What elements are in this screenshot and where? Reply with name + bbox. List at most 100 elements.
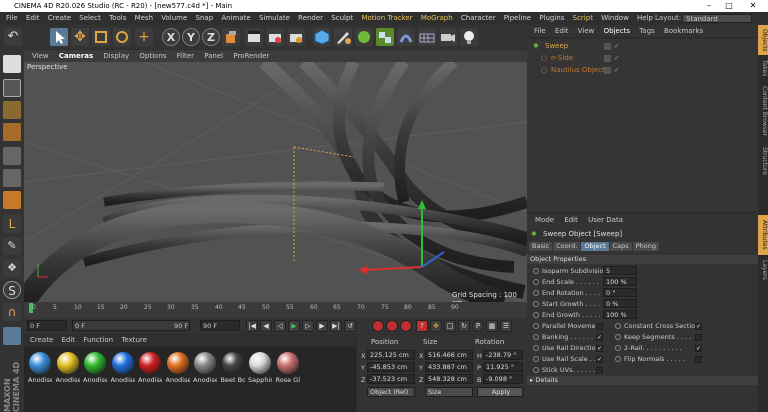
end-growth-field[interactable]: 100 % [603,310,637,319]
object-menu-tags[interactable]: Tags [639,27,655,35]
parallel-movement-checkbox[interactable] [596,323,603,330]
viewport-menu-options[interactable]: Options [139,52,166,60]
visibility-icon[interactable] [604,67,611,74]
layout-icon[interactable] [3,327,21,345]
menu-animate[interactable]: Animate [221,14,250,22]
tab-content-browser[interactable]: Content Browser [758,81,768,141]
prev-key-icon[interactable]: ◀ [260,320,272,332]
viewport-menu-cameras[interactable]: Cameras [59,52,93,60]
polygons-mode-icon[interactable] [3,191,21,209]
viewport-menu-prorender[interactable]: ProRender [233,52,269,60]
end-rotation-field[interactable]: 0 ° [603,288,637,297]
light-icon[interactable] [460,28,478,46]
rotation-b-field[interactable]: -9.098 ° [483,374,523,384]
menu-file[interactable]: File [6,14,18,22]
maximize-icon[interactable]: □ [720,0,738,12]
menu-mesh[interactable]: Mesh [135,14,153,22]
isoparm-field[interactable]: 5 [603,266,637,275]
cube-icon[interactable] [313,28,331,46]
material-item[interactable]: Anodise [138,352,162,384]
keep-segments-checkbox[interactable] [695,334,702,341]
animate-dot-icon[interactable] [533,301,539,307]
next-key-icon[interactable]: ▶ [316,320,328,332]
tweak-mode-icon[interactable]: ✎ [3,237,21,255]
model-mode-icon[interactable] [3,79,21,97]
render-settings-icon[interactable] [287,28,305,46]
rotate-icon[interactable] [113,28,131,46]
material-item[interactable]: Anodise [56,352,80,384]
menu-volume[interactable]: Volume [161,14,187,22]
undo-icon[interactable]: ↶ [4,28,22,46]
scale-icon[interactable] [92,28,110,46]
keyframe-selection-icon[interactable] [400,320,412,332]
object-menu-bookmarks[interactable]: Bookmarks [664,27,703,35]
enabled-check-icon[interactable]: ✓ [614,53,620,64]
play-icon[interactable]: ▶ [288,320,300,332]
material-item[interactable]: Anodise [83,352,107,384]
tab-objects[interactable]: Objects [758,25,768,55]
tab-basic[interactable]: Basic [529,242,553,251]
animate-dot-icon[interactable] [533,279,539,285]
animate-dot-icon[interactable] [533,312,539,318]
material-menu-texture[interactable]: Texture [121,336,147,344]
banking-checkbox[interactable]: ✓ [596,334,603,341]
animate-dot-icon[interactable] [533,268,539,274]
use-rail-direction-checkbox[interactable]: ✓ [596,345,603,352]
material-menu-function[interactable]: Function [83,336,113,344]
menu-help[interactable]: Help [637,14,653,22]
prev-frame-icon[interactable]: ◁ [274,320,286,332]
viewport-menu-view[interactable]: View [32,52,49,60]
x-axis-icon[interactable]: X [162,28,180,46]
object-menu-edit[interactable]: Edit [555,27,569,35]
object-row-nside[interactable]: ○ n-Side ✓ [527,53,758,64]
solo-icon[interactable]: S [3,281,21,299]
visibility-icon[interactable] [604,55,611,62]
z-axis-icon[interactable]: Z [202,28,220,46]
animate-dot-icon[interactable] [533,356,539,362]
scene-icon[interactable] [418,28,436,46]
object-menu-view[interactable]: View [578,27,595,35]
end-frame-field[interactable]: 90 F [200,320,240,331]
material-item[interactable]: Sapphir [248,352,272,384]
animate-dot-icon[interactable] [615,323,621,329]
viewport-menu-filter[interactable]: Filter [177,52,194,60]
enabled-check-icon[interactable]: ✓ [614,41,620,52]
menu-sculpt[interactable]: Sculpt [331,14,353,22]
move-icon[interactable]: ✥ [71,28,89,46]
coord-mode-select[interactable]: Object (Rel) [367,387,415,397]
menu-snap[interactable]: Snap [196,14,214,22]
tab-takes[interactable]: Takes [758,57,768,79]
enabled-check-icon[interactable]: ✓ [614,65,620,76]
tab-attributes[interactable]: Attributes [758,215,768,255]
render-picture-icon[interactable] [266,28,284,46]
animate-dot-icon[interactable] [533,367,539,373]
tab-phong[interactable]: Phong [632,242,659,251]
tab-coord[interactable]: Coord. [553,242,581,251]
animate-dot-icon[interactable] [533,345,539,351]
snap-icon[interactable]: ❖ [3,259,21,277]
start-growth-field[interactable]: 0 % [603,299,637,308]
object-menu-file[interactable]: File [534,27,546,35]
timeline-ruler[interactable]: 0 5 10 15 20 25 30 35 40 45 50 55 60 65 … [24,302,527,318]
menu-create[interactable]: Create [48,14,71,22]
select-arrow-icon[interactable] [50,28,68,46]
cloner-icon[interactable] [376,28,394,46]
menu-window[interactable]: Window [601,14,629,22]
minimize-icon[interactable]: – [700,0,718,12]
render-view-icon[interactable] [245,28,263,46]
menu-pipeline[interactable]: Pipeline [504,14,531,22]
autokey-icon[interactable] [386,320,398,332]
rotation-h-field[interactable]: -238.79 ° [483,350,523,360]
workplane-icon[interactable] [3,123,21,141]
material-item[interactable]: Beet Bo [221,352,245,384]
attr-menu-mode[interactable]: Mode [535,216,554,224]
material-item[interactable]: Rose Gl [276,352,300,384]
size-mode-select[interactable]: Size [425,387,473,397]
material-item[interactable]: Anodise [193,352,217,384]
size-y-field[interactable]: 433.887 cm [425,362,473,372]
material-menu-create[interactable]: Create [30,336,53,344]
animate-dot-icon[interactable] [615,345,621,351]
camera-icon[interactable] [439,28,457,46]
timeline-menu-icon[interactable]: ☰ [500,320,512,332]
animate-dot-icon[interactable] [615,356,621,362]
